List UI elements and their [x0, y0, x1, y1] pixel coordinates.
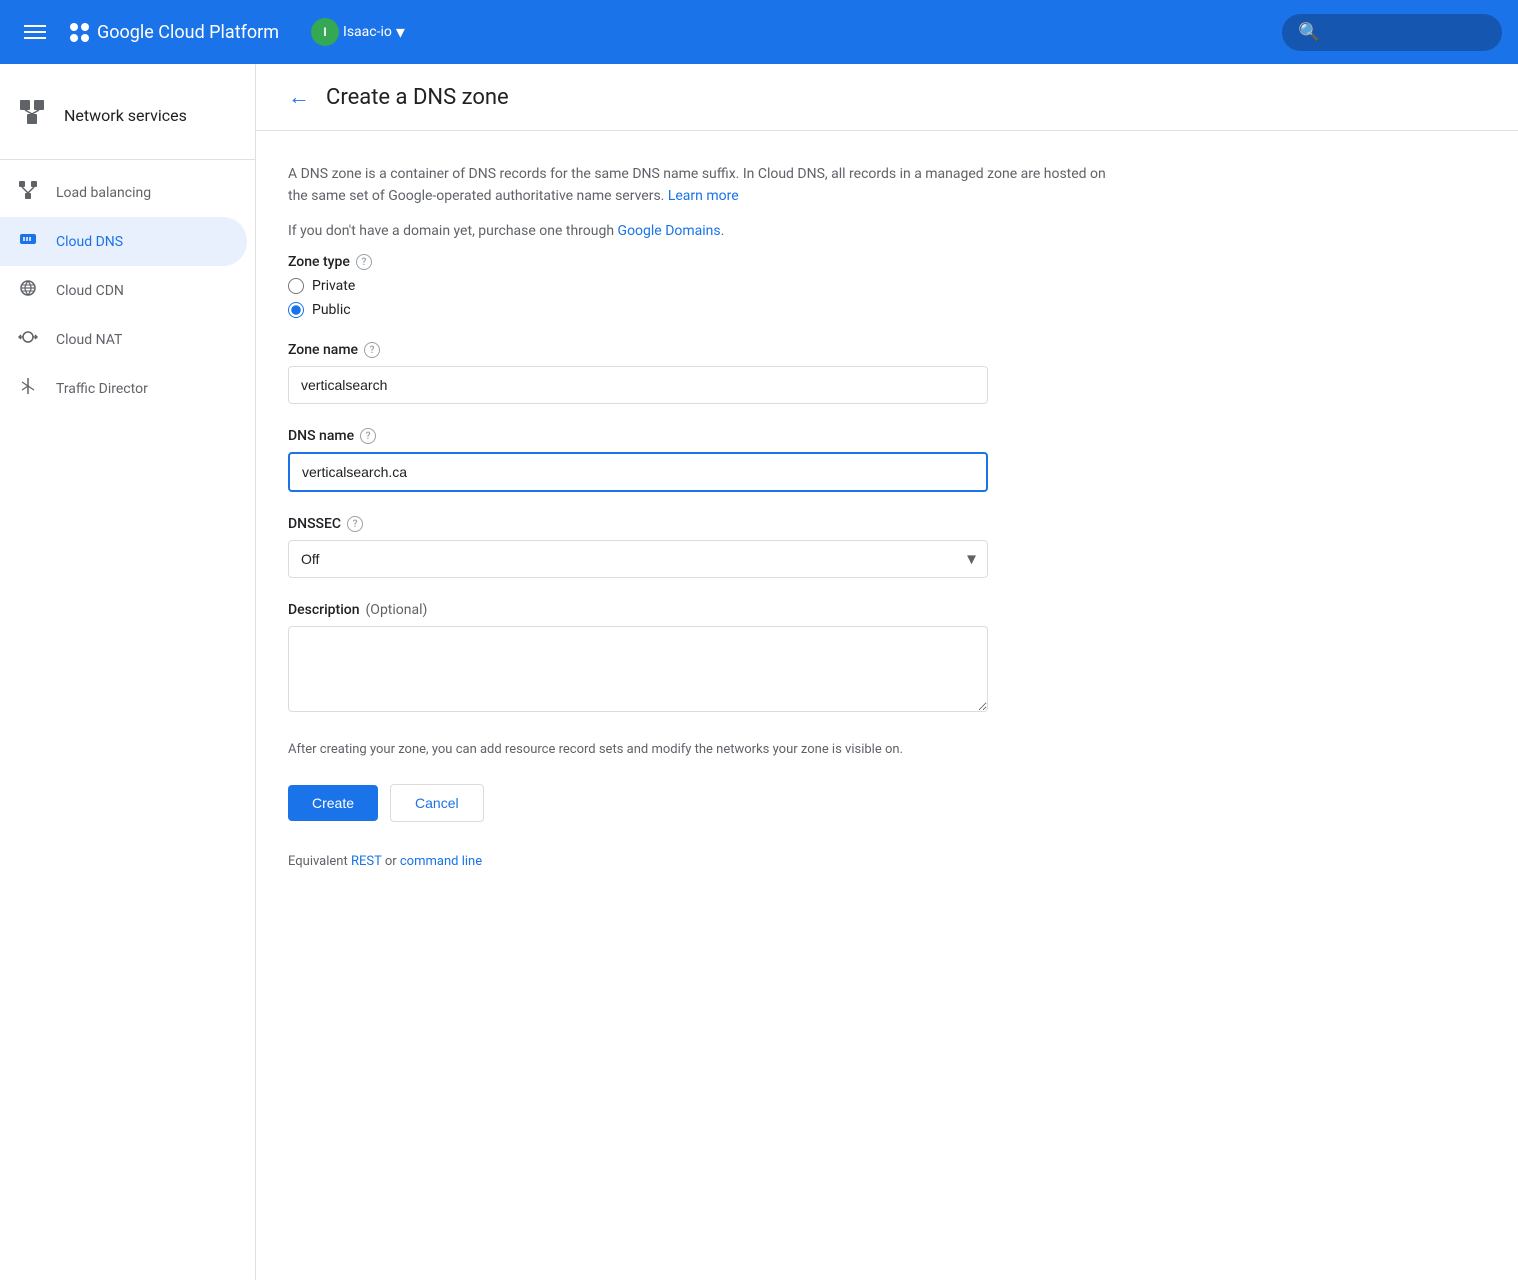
dns-name-input[interactable]	[288, 452, 988, 492]
search-icon: 🔍	[1298, 22, 1320, 43]
dnssec-select[interactable]: Off On Transfer	[288, 540, 988, 578]
sidebar-item-traffic-director[interactable]: Traffic Director	[0, 364, 247, 413]
project-avatar: I	[311, 18, 339, 46]
dns-name-section: DNS name ?	[288, 428, 1124, 492]
learn-more-link[interactable]: Learn more	[668, 188, 739, 204]
page-header: ← Create a DNS zone	[256, 64, 1518, 131]
command-line-link[interactable]: command line	[400, 854, 482, 869]
page-title: Create a DNS zone	[326, 85, 509, 110]
create-button[interactable]: Create	[288, 785, 378, 821]
dnssec-label: DNSSEC ?	[288, 516, 1124, 532]
app-header: Google Cloud Platform I Isaac-io ▾ 🔍	[0, 0, 1518, 64]
sidebar-item-label: Cloud NAT	[56, 332, 122, 348]
dns-name-label: DNS name ?	[288, 428, 1124, 444]
sidebar-item-label: Cloud CDN	[56, 283, 124, 299]
zone-type-label: Zone type ?	[288, 254, 1124, 270]
sidebar-nav: Load balancing Cloud DNS	[0, 160, 255, 413]
info-text: After creating your zone, you can add re…	[288, 740, 1124, 760]
dnssec-select-wrapper: Off On Transfer ▾	[288, 540, 988, 578]
description-text-1: A DNS zone is a container of DNS records…	[288, 163, 1124, 208]
zone-type-section: Zone type ? Private Public	[288, 254, 1124, 318]
zone-name-section: Zone name ?	[288, 342, 1124, 404]
form-actions: Create Cancel	[288, 784, 1124, 822]
cloud-dns-icon	[16, 229, 40, 254]
main-layout: Network services Load balancing	[0, 64, 1518, 1280]
back-button[interactable]: ←	[288, 84, 310, 110]
zone-type-public-option[interactable]: Public	[288, 302, 1124, 318]
zone-type-private-label: Private	[312, 278, 355, 294]
form-body: A DNS zone is a container of DNS records…	[256, 131, 1156, 901]
zone-name-label: Zone name ?	[288, 342, 1124, 358]
zone-type-radio-group: Private Public	[288, 278, 1124, 318]
description-text-2: If you don't have a domain yet, purchase…	[288, 220, 1124, 242]
description-textarea[interactable]	[288, 626, 988, 712]
project-selector[interactable]: I Isaac-io ▾	[311, 18, 405, 46]
zone-type-public-radio[interactable]	[288, 302, 304, 318]
zone-type-public-label: Public	[312, 302, 351, 318]
rest-link[interactable]: REST	[351, 854, 382, 869]
description-label: Description (Optional)	[288, 602, 1124, 618]
cloud-cdn-icon	[16, 278, 40, 303]
zone-type-help-icon[interactable]: ?	[356, 254, 372, 270]
sidebar-title: Network services	[64, 106, 187, 125]
cloud-nat-icon	[16, 327, 40, 352]
menu-button[interactable]	[16, 17, 54, 47]
sidebar-item-label: Cloud DNS	[56, 234, 123, 250]
sidebar-item-label: Traffic Director	[56, 381, 148, 397]
sidebar-header: Network services	[0, 80, 255, 160]
description-section: Description (Optional)	[288, 602, 1124, 716]
dnssec-section: DNSSEC ? Off On Transfer ▾	[288, 516, 1124, 578]
sidebar-item-label: Load balancing	[56, 185, 151, 201]
zone-type-private-option[interactable]: Private	[288, 278, 1124, 294]
google-domains-link[interactable]: Google Domains	[618, 223, 721, 239]
zone-type-private-radio[interactable]	[288, 278, 304, 294]
sidebar-item-cloud-dns[interactable]: Cloud DNS	[0, 217, 247, 266]
sidebar-item-cloud-cdn[interactable]: Cloud CDN	[0, 266, 247, 315]
traffic-director-icon	[16, 376, 40, 401]
project-name: Isaac-io	[343, 24, 392, 40]
sidebar-item-load-balancing[interactable]: Load balancing	[0, 168, 247, 217]
app-logo: Google Cloud Platform	[70, 22, 279, 43]
app-title: Google Cloud Platform	[97, 22, 279, 43]
search-bar[interactable]: 🔍	[1282, 14, 1502, 51]
zone-name-input[interactable]	[288, 366, 988, 404]
network-services-icon	[16, 96, 48, 135]
zone-name-help-icon[interactable]: ?	[364, 342, 380, 358]
load-balancing-icon	[16, 180, 40, 205]
cancel-button[interactable]: Cancel	[390, 784, 484, 822]
dnssec-help-icon[interactable]: ?	[347, 516, 363, 532]
sidebar: Network services Load balancing	[0, 64, 256, 1280]
sidebar-item-cloud-nat[interactable]: Cloud NAT	[0, 315, 247, 364]
equivalent-links: Equivalent REST or command line	[288, 854, 1124, 869]
dns-name-help-icon[interactable]: ?	[360, 428, 376, 444]
logo-dots-icon	[70, 23, 89, 42]
chevron-down-icon: ▾	[396, 22, 405, 43]
main-content: ← Create a DNS zone A DNS zone is a cont…	[256, 64, 1518, 1280]
